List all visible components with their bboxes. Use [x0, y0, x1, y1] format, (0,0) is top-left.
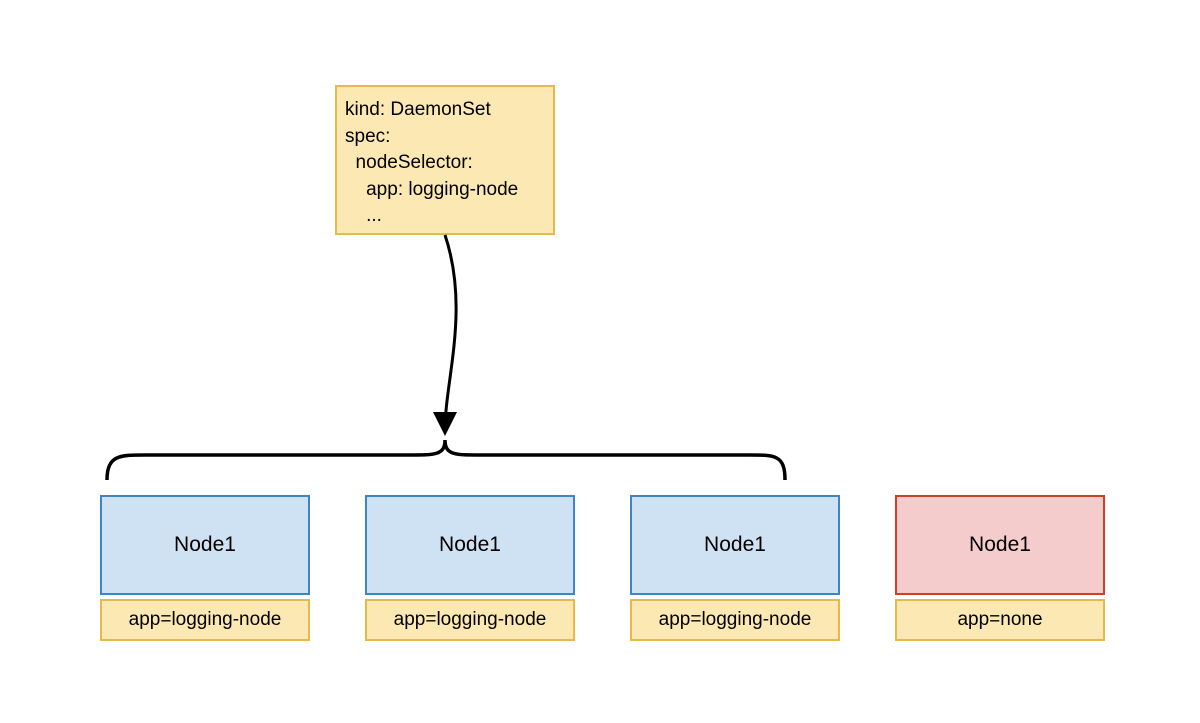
daemonset-spec-box: kind: DaemonSet spec: nodeSelector: app:… — [335, 85, 555, 235]
node-label: app=logging-node — [129, 609, 282, 631]
node-box-matched: Node1 — [630, 495, 840, 595]
node-box-unmatched: Node1 — [895, 495, 1105, 595]
nodes-row: Node1 app=logging-node Node1 app=logging… — [100, 495, 1105, 641]
node-label: app=logging-node — [659, 609, 812, 631]
node-title: Node1 — [704, 533, 766, 557]
node-group-3: Node1 app=logging-node — [630, 495, 840, 641]
node-group-2: Node1 app=logging-node — [365, 495, 575, 641]
node-label-box: app=none — [895, 599, 1105, 641]
node-box-matched: Node1 — [365, 495, 575, 595]
spec-line-spec: spec: — [345, 124, 545, 151]
node-box-matched: Node1 — [100, 495, 310, 595]
node-label-box: app=logging-node — [365, 599, 575, 641]
node-title: Node1 — [174, 533, 236, 557]
node-title: Node1 — [439, 533, 501, 557]
node-label-box: app=logging-node — [630, 599, 840, 641]
spec-line-app: app: logging-node — [345, 177, 545, 204]
node-label-box: app=logging-node — [100, 599, 310, 641]
bracket-icon — [107, 440, 785, 480]
spec-line-kind: kind: DaemonSet — [345, 97, 545, 124]
spec-line-nodeselector: nodeSelector: — [345, 150, 545, 177]
node-group-1: Node1 app=logging-node — [100, 495, 310, 641]
node-label: app=logging-node — [394, 609, 547, 631]
node-label: app=none — [957, 609, 1042, 631]
arrow-down-icon — [445, 235, 456, 430]
node-title: Node1 — [969, 533, 1031, 557]
node-group-4: Node1 app=none — [895, 495, 1105, 641]
spec-line-ellipsis: ... — [345, 203, 545, 230]
